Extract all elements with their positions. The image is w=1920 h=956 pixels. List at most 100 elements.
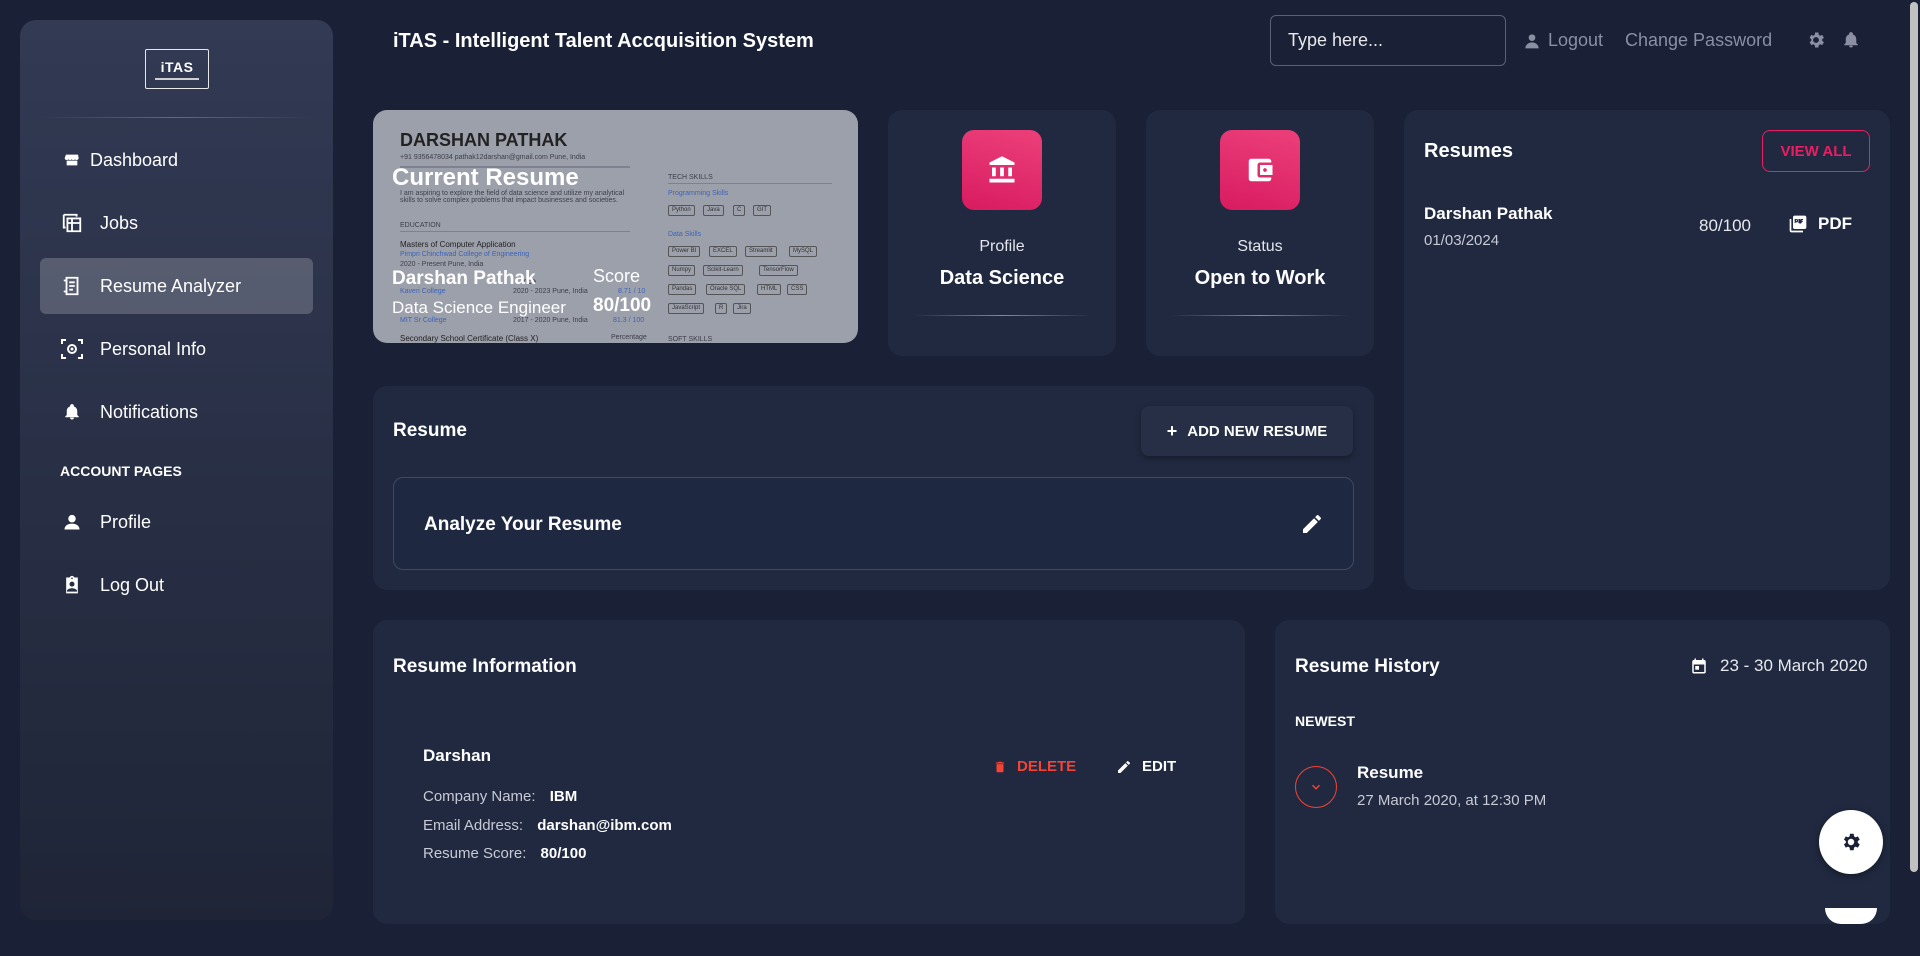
resume-history-title: Resume History xyxy=(1295,656,1440,677)
plus-icon: + xyxy=(1166,420,1178,441)
resume-history-card: Resume History 23 - 30 March 2020 NEWEST… xyxy=(1275,620,1890,924)
sidebar-item-profile[interactable]: Profile xyxy=(40,494,313,550)
notification-bell-icon[interactable] xyxy=(1842,30,1862,50)
preview-chip: R xyxy=(715,303,728,314)
storefront-icon xyxy=(60,148,84,172)
sidenav: iTAS Dashboard Jobs Resume Analyzer Pers… xyxy=(20,20,333,920)
preview-chip: Scikit-Learn xyxy=(703,265,743,276)
preview-school-tail: Percentage xyxy=(611,334,647,341)
pdf-download-button[interactable]: PDF xyxy=(1788,214,1852,234)
configurator-button[interactable] xyxy=(1819,810,1883,874)
preview-rule xyxy=(668,183,832,184)
entry-name: Darshan xyxy=(423,746,492,765)
add-new-resume-label: ADD NEW RESUME xyxy=(1187,422,1328,440)
preview-degree: Masters of Computer Application xyxy=(400,240,516,249)
preview-rule xyxy=(400,231,630,232)
current-resume-score-value: 80/100 xyxy=(593,295,652,316)
profile-card: Profile Data Science xyxy=(888,110,1116,356)
preview-prog-heading: Programming Skills xyxy=(668,190,729,197)
resumes-title: Resumes xyxy=(1424,140,1513,162)
resume-score: 80/100 xyxy=(1699,216,1751,235)
preview-summary: I am aspiring to explore the field of da… xyxy=(400,190,625,204)
calendar-icon xyxy=(1692,658,1706,674)
preview-chip: Pandas xyxy=(668,284,697,295)
trash-icon xyxy=(995,761,1005,772)
preview-dates3: 2017 - 2020 Pune, India xyxy=(513,317,588,324)
preview-chip: C xyxy=(733,205,746,216)
preview-tech-heading: TECH SKILLS xyxy=(668,174,713,181)
account-pages-heading: ACCOUNT PAGES xyxy=(60,463,182,479)
preview-college: Pimpri Chinchwad College of Engineering xyxy=(400,251,530,258)
logout-link[interactable]: Logout xyxy=(1524,30,1603,51)
sidebar-item-personal-info[interactable]: Personal Info xyxy=(40,321,313,377)
view-all-button[interactable]: VIEW ALL xyxy=(1762,130,1870,172)
app-logo[interactable]: iTAS xyxy=(145,49,209,89)
resume-information-title: Resume Information xyxy=(393,656,577,677)
delete-button[interactable]: DELETE xyxy=(993,758,1076,775)
preview-grade3: 81.3 / 100 xyxy=(613,317,645,324)
logo-tagline-mark xyxy=(155,77,199,80)
score-row: Resume Score: 80/100 xyxy=(423,845,586,862)
sidebar-item-notifications[interactable]: Notifications xyxy=(40,384,313,440)
sidebar-item-dashboard[interactable]: Dashboard xyxy=(40,132,313,188)
resume-date: 01/03/2024 xyxy=(1424,232,1500,249)
preview-chip: GIT xyxy=(753,205,771,216)
receipt-icon xyxy=(60,274,84,298)
edit-label: EDIT xyxy=(1142,758,1177,775)
preview-chip: HTML xyxy=(757,284,782,295)
page-scrollbar[interactable] xyxy=(1908,0,1920,956)
profile-value: Data Science xyxy=(939,267,1065,289)
logo-text: iTAS xyxy=(160,58,194,75)
company-row: Company Name: IBM xyxy=(423,788,577,805)
scrollbar-thumb[interactable] xyxy=(1910,2,1918,872)
edit-button[interactable]: EDIT xyxy=(1116,758,1176,775)
sidebar-item-label: Resume Analyzer xyxy=(100,275,242,296)
pencil-icon[interactable] xyxy=(1300,512,1324,536)
pdf-label: PDF xyxy=(1818,214,1852,233)
analyze-resume-label: Analyze Your Resume xyxy=(424,514,622,535)
sidebar-item-logout[interactable]: Log Out xyxy=(40,557,313,613)
table-icon xyxy=(60,211,84,235)
change-password-link[interactable]: Change Password xyxy=(1625,30,1772,51)
resume-section-title: Resume xyxy=(393,420,467,441)
sidebar-item-label: Dashboard xyxy=(90,149,179,170)
preview-education-heading: EDUCATION xyxy=(400,222,441,229)
wallet-icon xyxy=(1220,130,1300,210)
person-icon xyxy=(60,510,84,534)
gear-icon xyxy=(1843,833,1860,851)
history-item-title: Resume xyxy=(1357,763,1424,782)
sidebar-item-jobs[interactable]: Jobs xyxy=(40,195,313,251)
preview-name: DARSHAN PATHAK xyxy=(400,130,568,150)
analyze-resume-box[interactable]: Analyze Your Resume xyxy=(393,477,1354,570)
pdf-icon xyxy=(1789,215,1807,233)
gear-icon[interactable] xyxy=(1806,30,1826,50)
preview-chip: CSS xyxy=(787,284,808,295)
history-date-range[interactable]: 23 - 30 March 2020 xyxy=(1690,656,1867,676)
sidebar-item-label: Log Out xyxy=(100,574,165,595)
search-input[interactable] xyxy=(1270,15,1506,66)
expand-more-icon[interactable] xyxy=(1295,766,1337,808)
change-password-label: Change Password xyxy=(1625,30,1773,50)
preview-chip: Jira xyxy=(733,303,751,314)
history-group-label: NEWEST xyxy=(1295,713,1355,729)
date-range-text: 23 - 30 March 2020 xyxy=(1720,656,1868,675)
sidebar-item-label: Notifications xyxy=(100,401,199,422)
resume-owner-name: Darshan Pathak xyxy=(1424,204,1553,223)
divider xyxy=(912,315,1092,316)
company-label: Company Name: xyxy=(423,788,536,805)
add-new-resume-button[interactable]: + ADD NEW RESUME xyxy=(1141,406,1353,456)
score-label: Resume Score: xyxy=(423,845,527,862)
sidebar-divider xyxy=(40,117,313,118)
current-resume-card[interactable]: DARSHAN PATHAK +91 9356478034 pathak12da… xyxy=(373,110,858,343)
hidden-fab-peek xyxy=(1825,908,1877,924)
email-row: Email Address: darshan@ibm.com xyxy=(423,817,672,834)
current-resume-title: Current Resume xyxy=(392,164,579,191)
profile-label: Profile xyxy=(979,238,1025,255)
delete-label: DELETE xyxy=(1017,758,1077,775)
email-label: Email Address: xyxy=(423,817,524,834)
preview-chip: JavaScript xyxy=(668,303,705,314)
sidebar-item-resume-analyzer[interactable]: Resume Analyzer xyxy=(40,258,313,314)
bell-icon xyxy=(60,400,84,424)
preview-chip: EXCEL xyxy=(709,246,737,257)
status-value: Open to Work xyxy=(1194,267,1326,289)
